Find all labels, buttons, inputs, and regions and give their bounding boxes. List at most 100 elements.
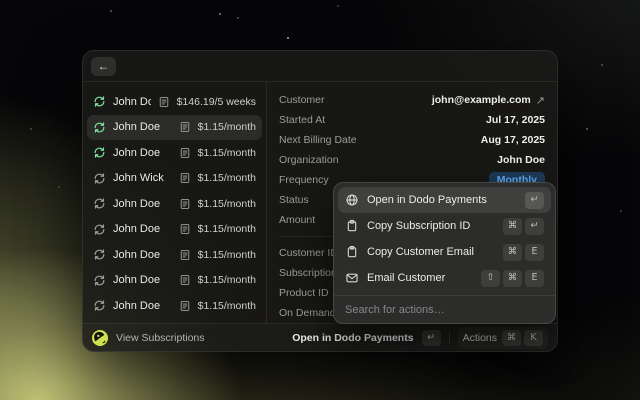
shortcut-key: E — [525, 269, 544, 287]
shortcut-key: ⌘ — [502, 329, 521, 346]
actions-popup: Open in Dodo Payments ↵ Copy Subscriptio… — [333, 182, 556, 324]
footer-separator — [448, 331, 450, 344]
actions-button[interactable]: Actions ⌘ K — [457, 326, 548, 349]
subscription-list-item[interactable]: John Doe $1.15/month — [87, 268, 262, 294]
subscription-cycle-icon — [94, 96, 105, 107]
detail-row: Customer john@example.com ↗ — [279, 90, 545, 110]
detail-value: John Doe — [497, 154, 545, 166]
detail-label: Frequency — [279, 174, 329, 186]
detail-label: Started At — [279, 114, 326, 126]
actions-popup-items: Open in Dodo Payments ↵ Copy Subscriptio… — [334, 183, 555, 295]
detail-value-text: John Doe — [497, 154, 545, 166]
detail-row: Organization John Doe — [279, 150, 545, 170]
subscription-customer-name: John Doe — [113, 223, 161, 236]
subscription-list-item[interactable]: John Doe $146.19/5 weeks — [87, 89, 262, 115]
subscription-list-item[interactable]: John Wick $1.15/month — [87, 166, 262, 192]
subscription-list-item[interactable]: John Doe $1.15/month — [87, 114, 262, 140]
detail-value-text: Jul 17, 2025 — [486, 114, 545, 126]
receipt-icon — [180, 275, 189, 286]
primary-action-keys: ↵ — [421, 329, 441, 346]
dodo-payments-logo-icon — [92, 329, 108, 346]
envelope-icon — [346, 273, 358, 283]
shortcut-key: ⌘ — [503, 243, 522, 261]
external-link-icon[interactable]: ↗ — [536, 94, 545, 107]
back-arrow-icon: ← — [97, 59, 110, 73]
window-header: ← — [83, 51, 557, 82]
subscription-customer-name: John Doe — [113, 197, 161, 210]
subscription-price: $1.15/month — [197, 248, 256, 261]
detail-label: Organization — [279, 154, 339, 166]
subscription-customer-name: John Doe — [113, 299, 161, 312]
globe-icon — [346, 194, 358, 206]
subscription-list-item[interactable]: John Doe $1.15/month — [87, 140, 262, 166]
subscription-list-item[interactable]: John Doe $1.15/month — [87, 293, 262, 319]
detail-row: Started At Jul 17, 2025 — [279, 110, 545, 130]
detail-label: Status — [279, 194, 309, 206]
actions-keys: ⌘ K — [502, 329, 543, 346]
detail-row: Next Billing Date Aug 17, 2025 — [279, 130, 545, 150]
detail-label: Next Billing Date — [279, 134, 357, 146]
back-button[interactable]: ← — [91, 56, 116, 76]
shortcut-key: ⌘ — [503, 217, 522, 235]
clipboard-icon — [347, 245, 357, 258]
action-menu-item[interactable]: Email Customer ⇧ ⌘ E — [338, 265, 551, 291]
subscription-list: John Doe $146.19/5 weeks John Doe $1.15/… — [83, 82, 267, 323]
primary-action-label[interactable]: Open in Dodo Payments — [292, 332, 413, 344]
actions-search-input[interactable] — [345, 303, 544, 316]
actions-label: Actions — [462, 331, 497, 344]
detail-value-text: john@example.com — [431, 94, 531, 106]
shortcut-key: E — [525, 243, 544, 261]
subscription-list-item[interactable]: John Doe $1.15/month — [87, 217, 262, 243]
receipt-icon — [180, 173, 189, 184]
detail-label: On Demand — [279, 307, 336, 319]
actions-popup-footer — [334, 295, 555, 323]
subscription-cycle-icon — [94, 224, 105, 235]
receipt-icon — [159, 96, 168, 107]
subscription-cycle-icon — [94, 275, 105, 286]
subscription-cycle-icon — [94, 198, 105, 209]
receipt-icon — [180, 122, 189, 133]
action-menu-item[interactable]: Copy Customer Email ⌘ E — [338, 239, 551, 265]
receipt-icon — [180, 224, 189, 235]
window-footer: View Subscriptions Open in Dodo Payments… — [83, 323, 557, 351]
detail-label: Amount — [279, 214, 316, 226]
subscription-price: $1.15/month — [197, 172, 256, 185]
detail-value-text: Aug 17, 2025 — [480, 134, 545, 146]
shortcut-key: ⌘ — [503, 269, 522, 287]
shortcut-key: ⇧ — [481, 269, 500, 287]
shortcut-key: K — [524, 329, 543, 346]
subscription-price: $146.19/5 weeks — [176, 95, 256, 108]
detail-value: john@example.com ↗ — [432, 94, 545, 107]
action-menu-item[interactable]: Open in Dodo Payments ↵ — [338, 187, 551, 213]
view-subscriptions-label: View Subscriptions — [116, 331, 205, 344]
subscription-cycle-icon — [94, 249, 105, 260]
shortcut-key: ↵ — [421, 329, 441, 346]
receipt-icon — [180, 300, 189, 311]
action-menu-item-label: Open in Dodo Payments — [367, 194, 487, 206]
subscription-list-item[interactable]: John Doe $1.15/month — [87, 191, 262, 217]
action-menu-item[interactable]: Copy Subscription ID ⌘ ↵ — [338, 213, 551, 239]
shortcut-key: ↵ — [525, 217, 544, 235]
action-menu-item-label: Email Customer — [367, 272, 446, 284]
subscription-price: $1.15/month — [197, 121, 256, 134]
subscription-list-item[interactable]: John Doe $1.15/month — [87, 242, 262, 268]
subscription-cycle-icon — [94, 300, 105, 311]
receipt-icon — [180, 249, 189, 260]
shortcut-key: ↵ — [525, 191, 544, 209]
detail-label: Customer ID — [279, 247, 338, 259]
detail-label: Product ID — [279, 287, 329, 299]
receipt-icon — [180, 198, 189, 209]
subscription-customer-name: John Doe — [113, 146, 161, 159]
action-menu-item-shortcut: ⌘ ↵ — [503, 217, 544, 235]
subscription-price: $1.15/month — [197, 299, 256, 312]
subscription-price: $1.15/month — [197, 146, 256, 159]
receipt-icon — [180, 147, 189, 158]
subscription-cycle-icon — [94, 173, 105, 184]
subscription-customer-name: John Doe — [113, 248, 161, 261]
action-menu-item-label: Copy Customer Email — [367, 246, 474, 258]
detail-value: Aug 17, 2025 — [481, 134, 545, 146]
action-menu-item-shortcut: ↵ — [525, 191, 544, 209]
subscription-customer-name: John Doe — [113, 95, 151, 108]
subscription-price: $1.15/month — [197, 197, 256, 210]
action-menu-item-label: Copy Subscription ID — [367, 220, 471, 232]
